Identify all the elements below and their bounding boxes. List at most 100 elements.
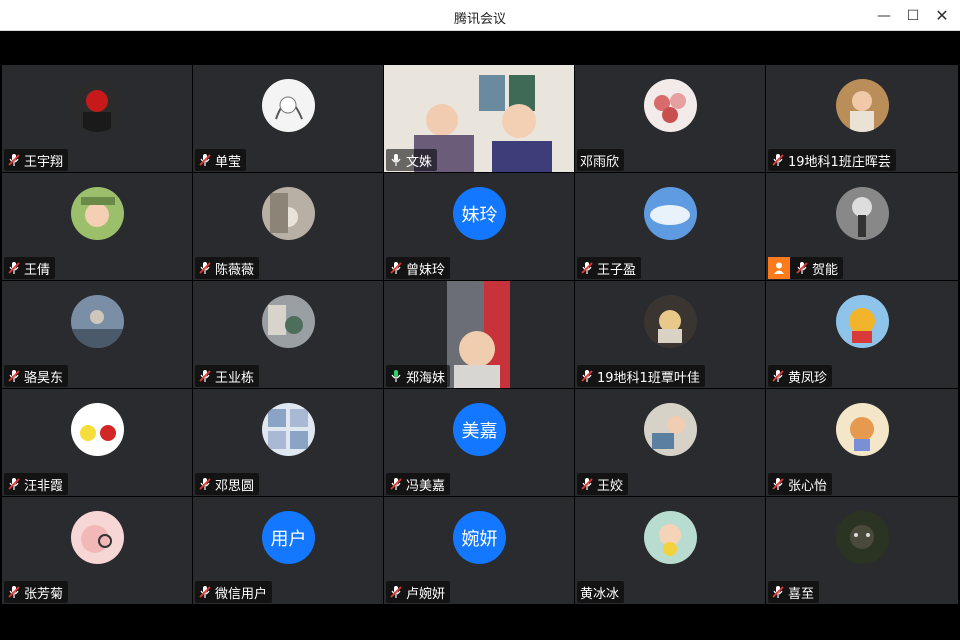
participant-name: 喜至	[788, 586, 815, 602]
minimize-button[interactable]: —	[873, 5, 895, 27]
mic-muted-icon	[8, 154, 20, 166]
avatar	[262, 403, 315, 456]
participant-nameplate: 王宇翔	[4, 149, 69, 171]
mic-muted-icon	[199, 370, 211, 382]
participant-tile[interactable]: 王业栋	[193, 281, 383, 388]
participant-grid: 王宇翔 单莹 文姝 邓雨欣 19地科1班庄晖芸王倩 陈薇薇 妹玲 曾妹玲 王子盈 贺能骆昊东 王业栋…	[2, 65, 958, 605]
avatar	[836, 187, 889, 240]
avatar	[644, 187, 697, 240]
avatar	[644, 79, 697, 132]
participant-tile[interactable]: 王姣	[575, 389, 765, 496]
participant-tile[interactable]: 单莹	[193, 65, 383, 172]
participant-name: 微信用户	[215, 586, 268, 602]
close-button[interactable]: ✕	[931, 5, 953, 27]
mic-muted-icon	[796, 262, 808, 274]
participant-nameplate: 王子盈	[577, 257, 642, 279]
participant-tile[interactable]: 19地科1班覃叶佳	[575, 281, 765, 388]
mic-muted-icon	[390, 478, 402, 490]
participant-tile[interactable]: 喜至	[766, 497, 958, 604]
avatar	[644, 511, 697, 564]
window-titlebar: 腾讯会议 — ☐ ✕	[0, 0, 960, 31]
mic-on-icon	[391, 154, 401, 166]
mic-muted-icon	[199, 262, 211, 274]
mic-muted-icon	[199, 586, 211, 598]
participant-nameplate: 黄凤珍	[768, 365, 833, 387]
window-title: 腾讯会议	[453, 12, 506, 27]
participant-name: 邓思圆	[215, 478, 255, 494]
participant-tile[interactable]: 王宇翔	[2, 65, 192, 172]
participant-name: 王倩	[24, 262, 51, 278]
participant-nameplate: 曾妹玲	[386, 257, 451, 279]
participant-nameplate: 贺能	[768, 257, 844, 279]
avatar	[71, 79, 124, 132]
avatar	[836, 403, 889, 456]
participant-nameplate: 19地科1班覃叶佳	[577, 365, 705, 387]
mic-muted-icon	[772, 586, 784, 598]
participant-nameplate: 王姣	[577, 473, 629, 495]
participant-name: 卢婉妍	[406, 586, 446, 602]
participant-nameplate: 冯美嘉	[386, 473, 451, 495]
participant-name: 贺能	[812, 262, 839, 278]
participant-name: 王姣	[597, 478, 624, 494]
participant-tile[interactable]: 邓雨欣	[575, 65, 765, 172]
mic-muted-icon	[390, 586, 402, 598]
mic-muted-icon	[772, 154, 784, 166]
participant-name: 冯美嘉	[406, 478, 446, 494]
mic-muted-icon	[8, 586, 20, 598]
participant-tile[interactable]: 陈薇薇	[193, 173, 383, 280]
participant-nameplate: 19地科1班庄晖芸	[768, 149, 896, 171]
participant-tile[interactable]: 用户 微信用户	[193, 497, 383, 604]
participant-nameplate: 骆昊东	[4, 365, 69, 387]
mic-speaking-icon	[391, 370, 401, 382]
participant-name: 黄冰冰	[580, 586, 620, 602]
participant-name: 骆昊东	[24, 370, 64, 386]
participant-tile[interactable]: 19地科1班庄晖芸	[766, 65, 958, 172]
participant-tile[interactable]: 黄冰冰	[575, 497, 765, 604]
participant-nameplate: 张心怡	[768, 473, 833, 495]
participant-tile[interactable]: 妹玲 曾妹玲	[384, 173, 574, 280]
participant-nameplate: 微信用户	[195, 581, 273, 603]
participant-nameplate: 陈薇薇	[195, 257, 260, 279]
participant-tile[interactable]: 婉妍卢婉妍	[384, 497, 574, 604]
participant-tile[interactable]: 贺能	[766, 173, 958, 280]
avatar	[836, 511, 889, 564]
participant-tile[interactable]: 邓思圆	[193, 389, 383, 496]
participant-nameplate: 王倩	[4, 257, 56, 279]
avatar: 婉妍	[453, 511, 506, 564]
participant-tile[interactable]: 骆昊东	[2, 281, 192, 388]
participant-tile[interactable]: 文姝	[384, 65, 574, 172]
avatar	[262, 187, 315, 240]
participant-name: 郑海妹	[406, 370, 446, 386]
avatar	[71, 403, 124, 456]
mic-muted-icon	[772, 478, 784, 490]
participant-name: 黄凤珍	[788, 370, 828, 386]
avatar	[71, 295, 124, 348]
participant-tile[interactable]: 汪非霞	[2, 389, 192, 496]
participant-tile[interactable]: 郑海妹	[384, 281, 574, 388]
host-user-icon	[768, 257, 790, 279]
avatar: 美嘉	[453, 403, 506, 456]
participant-tile[interactable]: 黄凤珍	[766, 281, 958, 388]
participant-name: 19地科1班覃叶佳	[597, 370, 700, 386]
avatar	[71, 187, 124, 240]
participant-tile[interactable]: 美嘉冯美嘉	[384, 389, 574, 496]
mic-muted-icon	[581, 370, 593, 382]
participant-tile[interactable]: 张心怡	[766, 389, 958, 496]
mic-muted-icon	[8, 370, 20, 382]
participant-nameplate: 黄冰冰	[577, 581, 625, 603]
top-black-bar	[2, 31, 958, 65]
participant-nameplate: 卢婉妍	[386, 581, 451, 603]
participant-tile[interactable]: 王倩	[2, 173, 192, 280]
avatar	[644, 403, 697, 456]
avatar	[262, 295, 315, 348]
maximize-button[interactable]: ☐	[902, 5, 924, 27]
participant-tile[interactable]: 张芳菊	[2, 497, 192, 604]
participant-name: 单莹	[215, 154, 242, 170]
bottom-black-bar	[2, 605, 958, 640]
avatar	[644, 295, 697, 348]
participant-nameplate: 单莹	[195, 149, 247, 171]
participant-name: 王业栋	[215, 370, 255, 386]
participant-tile[interactable]: 王子盈	[575, 173, 765, 280]
participant-name: 王宇翔	[24, 154, 64, 170]
mic-muted-icon	[8, 478, 20, 490]
